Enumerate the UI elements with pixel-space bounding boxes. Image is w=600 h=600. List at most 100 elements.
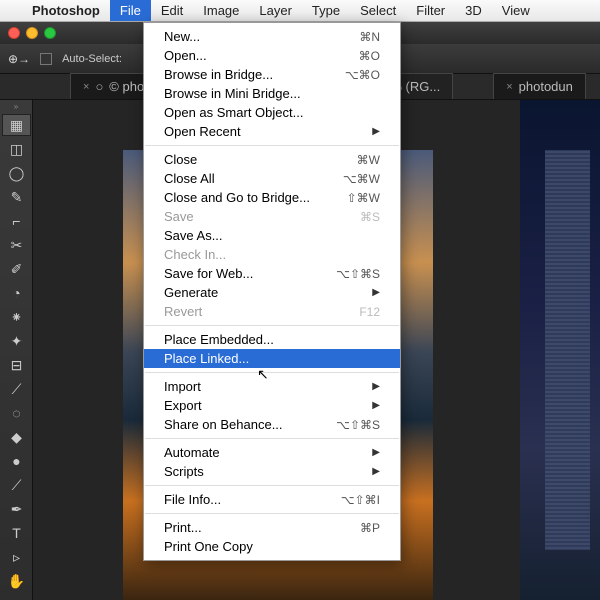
tool-button[interactable]: ⌐: [2, 210, 31, 232]
menubar-edit[interactable]: Edit: [151, 0, 193, 21]
tool-button[interactable]: ⟋: [2, 378, 31, 400]
menu-item-label: Print...: [164, 520, 202, 535]
menubar-type[interactable]: Type: [302, 0, 350, 21]
menu-shortcut: ⌘S: [360, 210, 380, 224]
submenu-arrow-icon: ▶: [372, 400, 380, 411]
tool-button[interactable]: ▦: [2, 114, 31, 136]
tool-button[interactable]: ▹: [2, 546, 31, 568]
menu-item-close-and-go-to-bridge[interactable]: Close and Go to Bridge...⇧⌘W: [144, 188, 400, 207]
menubar-image[interactable]: Image: [193, 0, 249, 21]
tool-button[interactable]: ◫: [2, 138, 31, 160]
menu-item-label: Save for Web...: [164, 266, 253, 281]
autoselect-checkbox[interactable]: [40, 53, 52, 65]
tool-button[interactable]: ◯: [2, 162, 31, 184]
menubar-view[interactable]: View: [492, 0, 540, 21]
menu-item-label: Export: [164, 398, 202, 413]
menu-item-label: Automate: [164, 445, 220, 460]
menu-item-label: Save: [164, 209, 194, 224]
menu-item-open-as-smart-object[interactable]: Open as Smart Object...: [144, 103, 400, 122]
menu-item-print[interactable]: Print... ⌘P: [144, 518, 400, 537]
menu-shortcut: ⌘O: [359, 49, 380, 63]
menu-item-label: Print One Copy: [164, 539, 253, 554]
tool-button[interactable]: ◔: [2, 282, 31, 304]
tool-button[interactable]: ◆: [2, 426, 31, 448]
tool-button[interactable]: ✋: [2, 570, 31, 592]
menu-separator: [145, 372, 399, 373]
menu-item-import[interactable]: Import▶: [144, 377, 400, 396]
mac-menubar: Photoshop File Edit Image Layer Type Sel…: [0, 0, 600, 22]
submenu-arrow-icon: ▶: [372, 466, 380, 477]
menu-item-new[interactable]: New...⌘N: [144, 27, 400, 46]
menubar-layer[interactable]: Layer: [249, 0, 302, 21]
menu-item-label: Browse in Bridge...: [164, 67, 273, 82]
menu-item-scripts[interactable]: Scripts▶: [144, 462, 400, 481]
file-menu-dropdown: New...⌘NOpen...⌘OBrowse in Bridge...⌥⌘OB…: [143, 22, 401, 561]
tool-button[interactable]: T: [2, 522, 31, 544]
menu-separator: [145, 145, 399, 146]
menu-item-browse-in-bridge[interactable]: Browse in Bridge... ⌥⌘O: [144, 65, 400, 84]
tab-close-icon[interactable]: ×: [83, 81, 89, 93]
tool-button[interactable]: ⟋: [2, 474, 31, 496]
tool-button[interactable]: ✦: [2, 330, 31, 352]
menubar-filter[interactable]: Filter: [406, 0, 455, 21]
menu-item-share-on-behance[interactable]: Share on Behance...⌥⇧⌘S: [144, 415, 400, 434]
menu-shortcut: ⌥⌘O: [345, 68, 380, 82]
tool-button[interactable]: ✎: [2, 186, 31, 208]
menu-item-save-for-web[interactable]: Save for Web... ⌥⇧⌘S: [144, 264, 400, 283]
menu-item-label: Revert: [164, 304, 202, 319]
tool-button[interactable]: ◌: [2, 402, 31, 424]
menu-item-label: File Info...: [164, 492, 221, 507]
tool-button[interactable]: ✂: [2, 234, 31, 256]
menu-separator: [145, 513, 399, 514]
menu-item-save: Save ⌘S: [144, 207, 400, 226]
menu-item-label: Open...: [164, 48, 207, 63]
tool-button[interactable]: ✐: [2, 258, 31, 280]
submenu-arrow-icon: ▶: [372, 287, 380, 298]
document-tab[interactable]: × photodun: [493, 73, 586, 99]
menu-item-open[interactable]: Open... ⌘O: [144, 46, 400, 65]
tool-button[interactable]: ⁕: [2, 306, 31, 328]
menu-item-label: Share on Behance...: [164, 417, 283, 432]
menu-separator: [145, 485, 399, 486]
move-tool-icon[interactable]: ⊕→: [8, 52, 30, 66]
menubar-app[interactable]: Photoshop: [22, 0, 110, 21]
submenu-arrow-icon: ▶: [372, 381, 380, 392]
autoselect-label: Auto-Select:: [62, 53, 122, 65]
menu-item-close[interactable]: Close⌘W: [144, 150, 400, 169]
menu-item-export[interactable]: Export ▶: [144, 396, 400, 415]
menu-item-place-embedded[interactable]: Place Embedded...: [144, 330, 400, 349]
menu-item-automate[interactable]: Automate▶: [144, 443, 400, 462]
menu-separator: [145, 325, 399, 326]
document-canvas-2[interactable]: [520, 100, 600, 600]
menu-item-label: New...: [164, 29, 200, 44]
menu-item-print-one-copy[interactable]: Print One Copy: [144, 537, 400, 556]
menu-item-label: Close All: [164, 171, 215, 186]
menubar-3d[interactable]: 3D: [455, 0, 492, 21]
tab-close-icon[interactable]: ×: [506, 81, 512, 93]
menu-item-browse-in-mini-bridge[interactable]: Browse in Mini Bridge...: [144, 84, 400, 103]
menu-item-close-all[interactable]: Close All⌥⌘W: [144, 169, 400, 188]
menu-item-place-linked[interactable]: Place Linked...: [144, 349, 400, 368]
menubar-file[interactable]: File: [110, 0, 151, 21]
menu-shortcut: ⌥⇧⌘S: [336, 267, 380, 281]
tool-button[interactable]: ✒: [2, 498, 31, 520]
menu-item-generate[interactable]: Generate ▶: [144, 283, 400, 302]
menubar-select[interactable]: Select: [350, 0, 406, 21]
menu-item-label: Browse in Mini Bridge...: [164, 86, 301, 101]
menu-separator: [145, 438, 399, 439]
menu-item-check-in: Check In...: [144, 245, 400, 264]
menu-item-file-info[interactable]: File Info...⌥⇧⌘I: [144, 490, 400, 509]
menu-shortcut: F12: [359, 305, 380, 319]
menu-item-label: Open Recent: [164, 124, 241, 139]
panel-toggle-icon[interactable]: »: [0, 102, 32, 112]
tool-button[interactable]: ⊟: [2, 354, 31, 376]
menu-item-label: Check In...: [164, 247, 226, 262]
tool-button[interactable]: ●: [2, 450, 31, 472]
menu-item-label: Generate: [164, 285, 218, 300]
menu-item-label: Close and Go to Bridge...: [164, 190, 310, 205]
menu-item-open-recent[interactable]: Open Recent ▶: [144, 122, 400, 141]
menu-item-save-as[interactable]: Save As...: [144, 226, 400, 245]
submenu-arrow-icon: ▶: [372, 126, 380, 137]
menu-shortcut: ⌘P: [360, 521, 380, 535]
menu-item-label: Open as Smart Object...: [164, 105, 303, 120]
